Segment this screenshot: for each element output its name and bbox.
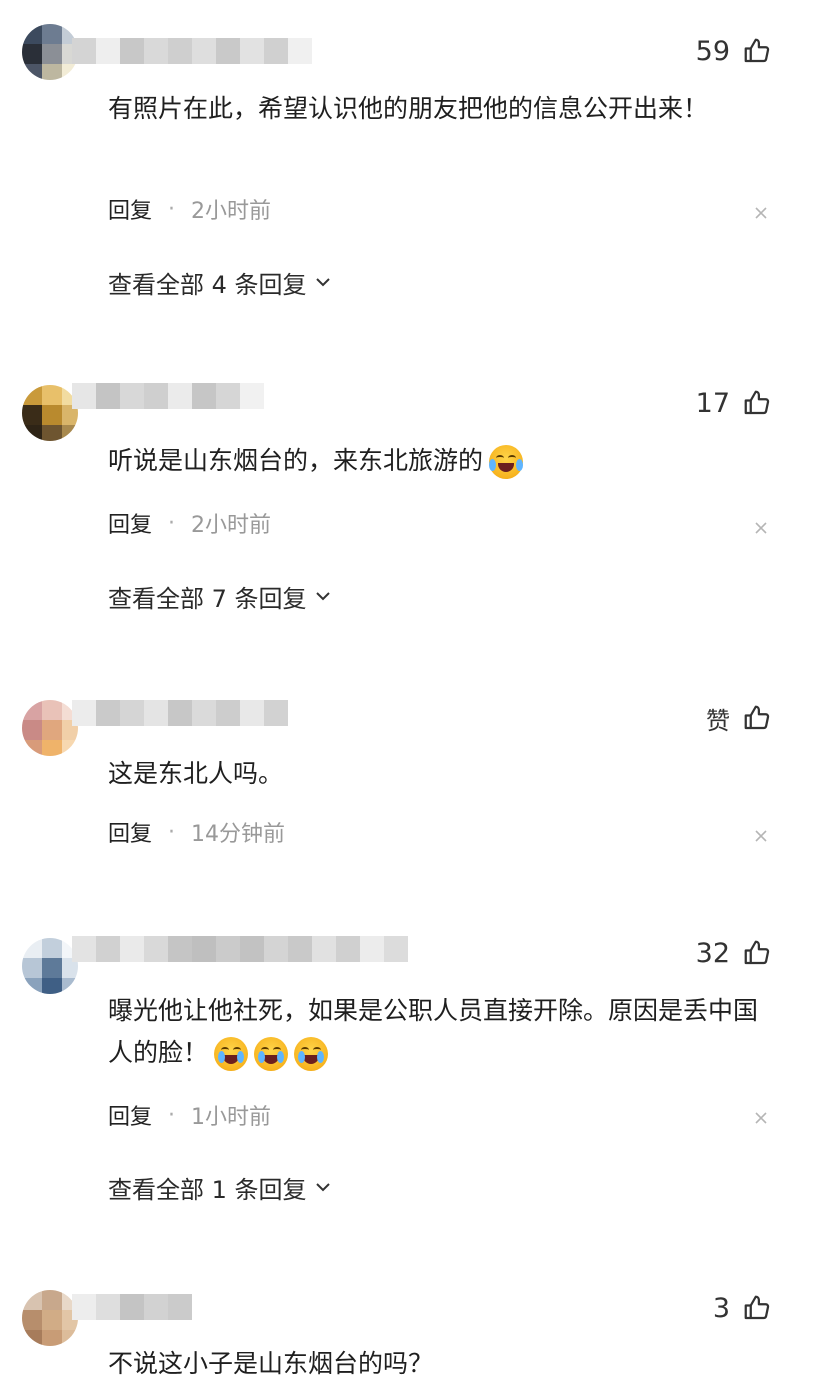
username-blurred[interactable] (72, 936, 408, 962)
chevron-down-icon (315, 592, 330, 601)
view-replies-label: 查看全部 1 条回复 (108, 1175, 307, 1204)
like-button[interactable]: 3 (713, 1291, 772, 1325)
comment-text: 有照片在此，希望认识他的朋友把他的信息公开出来！ (108, 94, 709, 123)
comment-text: 曝光他让他社死，如果是公职人员直接开除。原因是丢中国人的脸！ (108, 990, 758, 1074)
close-icon[interactable] (754, 1111, 768, 1125)
like-button[interactable]: 17 (696, 386, 772, 420)
reply-button[interactable]: 回复 (108, 1099, 152, 1131)
comment-text-body: 听说是山东烟台的，来东北旅游的 (108, 446, 484, 475)
username-blurred[interactable] (72, 38, 312, 64)
like-count: 17 (695, 387, 730, 419)
comment-text: 这是东北人吗。 (108, 759, 284, 788)
like-button[interactable]: 赞 (706, 701, 772, 735)
view-replies-button[interactable]: 查看全部 1 条回复 (108, 1170, 331, 1204)
separator-dot: · (168, 819, 176, 845)
username-blurred[interactable] (72, 383, 264, 409)
username-blurred[interactable] (72, 700, 288, 726)
view-replies-button[interactable]: 查看全部 4 条回复 (108, 265, 331, 299)
thumbs-up-icon (744, 38, 770, 63)
crying-emoji-icon (254, 1037, 289, 1071)
like-count: 59 (695, 35, 730, 67)
like-count: 赞 (706, 706, 730, 735)
timestamp: 14分钟前 (191, 822, 286, 847)
avatar[interactable] (22, 1290, 78, 1346)
avatar[interactable] (22, 938, 78, 994)
chevron-down-icon (315, 1183, 330, 1192)
thumbs-up-icon (744, 940, 770, 965)
comment-meta: 回复 · 2小时前 (108, 507, 272, 539)
view-replies-label: 查看全部 7 条回复 (108, 584, 307, 613)
separator-dot: · (168, 1102, 176, 1128)
like-count: 32 (695, 937, 730, 969)
chevron-down-icon (315, 278, 330, 287)
view-replies-button[interactable]: 查看全部 7 条回复 (108, 579, 331, 613)
reply-button[interactable]: 回复 (108, 193, 152, 225)
crying-emoji-icon (214, 1037, 249, 1071)
close-icon[interactable] (754, 829, 768, 843)
avatar[interactable] (22, 24, 78, 80)
comment-text: 不说这小子是山东烟台的吗？ (108, 1349, 434, 1378)
timestamp: 2小时前 (191, 199, 272, 224)
comment-meta: 回复 · 14分钟前 (108, 816, 286, 848)
comment-text: 听说是山东烟台的，来东北旅游的 (108, 440, 758, 482)
crying-emoji-icon (294, 1037, 329, 1071)
avatar[interactable] (22, 385, 78, 441)
laughing-crying-emoji-icon (489, 445, 524, 479)
comment-meta: 回复 · 1小时前 (108, 1099, 272, 1131)
like-button[interactable]: 59 (696, 34, 772, 68)
separator-dot: · (168, 196, 176, 222)
close-icon[interactable] (754, 521, 768, 535)
like-count: 3 (712, 1292, 730, 1324)
avatar[interactable] (22, 700, 78, 756)
timestamp: 2小时前 (191, 513, 272, 538)
comment-text-body: 曝光他让他社死，如果是公职人员直接开除。原因是丢中国人的脸！ (108, 996, 759, 1067)
separator-dot: · (168, 510, 176, 536)
comment-meta: 回复 · 2小时前 (108, 193, 272, 225)
view-replies-label: 查看全部 4 条回复 (108, 270, 307, 299)
reply-button[interactable]: 回复 (108, 507, 152, 539)
thumbs-up-icon (744, 705, 770, 730)
timestamp: 1小时前 (191, 1105, 272, 1130)
thumbs-up-icon (744, 390, 770, 415)
like-button[interactable]: 32 (696, 936, 772, 970)
thumbs-up-icon (744, 1295, 770, 1320)
reply-button[interactable]: 回复 (108, 816, 152, 848)
username-blurred[interactable] (72, 1294, 192, 1320)
close-icon[interactable] (754, 206, 768, 220)
